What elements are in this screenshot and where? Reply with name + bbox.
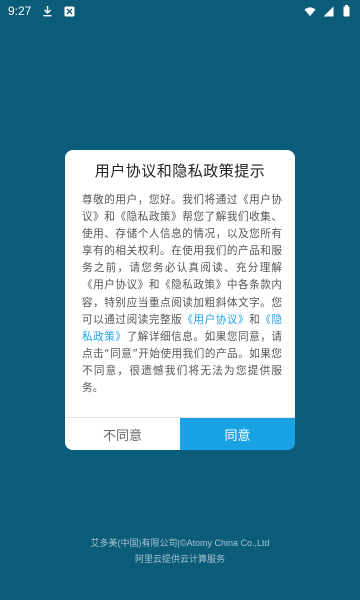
dialog-body: 尊敬的用户，您好。我们将通过《用户协议》和《隐私政策》帮您了解我们收集、使用、存… — [65, 190, 295, 417]
dialog-footer: 不同意 同意 — [65, 417, 295, 450]
status-left: 9:27 — [8, 4, 75, 18]
download-icon — [41, 5, 53, 17]
cloud-provider-note: 阿里云提供云计算服务 — [134, 554, 225, 564]
agree-button[interactable]: 同意 — [180, 418, 295, 450]
disagree-button[interactable]: 不同意 — [65, 418, 180, 450]
cellular-signal-icon — [322, 5, 334, 17]
app-notification-icon — [63, 5, 75, 17]
battery-icon — [340, 5, 352, 17]
privacy-dialog: 用户协议和隐私政策提示 尊敬的用户，您好。我们将通过《用户协议》和《隐私政策》帮… — [65, 150, 295, 450]
user-agreement-link[interactable]: 《用户协议》 — [182, 314, 249, 326]
status-right — [304, 5, 352, 17]
status-bar: 9:27 — [0, 0, 360, 22]
dialog-title: 用户协议和隐私政策提示 — [94, 161, 266, 180]
body-text: 和 — [249, 313, 261, 326]
status-time: 9:27 — [8, 4, 32, 18]
body-text: 尊敬的用户，您好。我们将通过《用户协议》和《隐私政策》帮您了解我们收集、使用、存… — [82, 194, 282, 326]
wifi-icon — [304, 5, 316, 17]
company-copyright: 艾多美(中国)有限公司|©Atomy China Co.,Ltd — [90, 538, 270, 548]
